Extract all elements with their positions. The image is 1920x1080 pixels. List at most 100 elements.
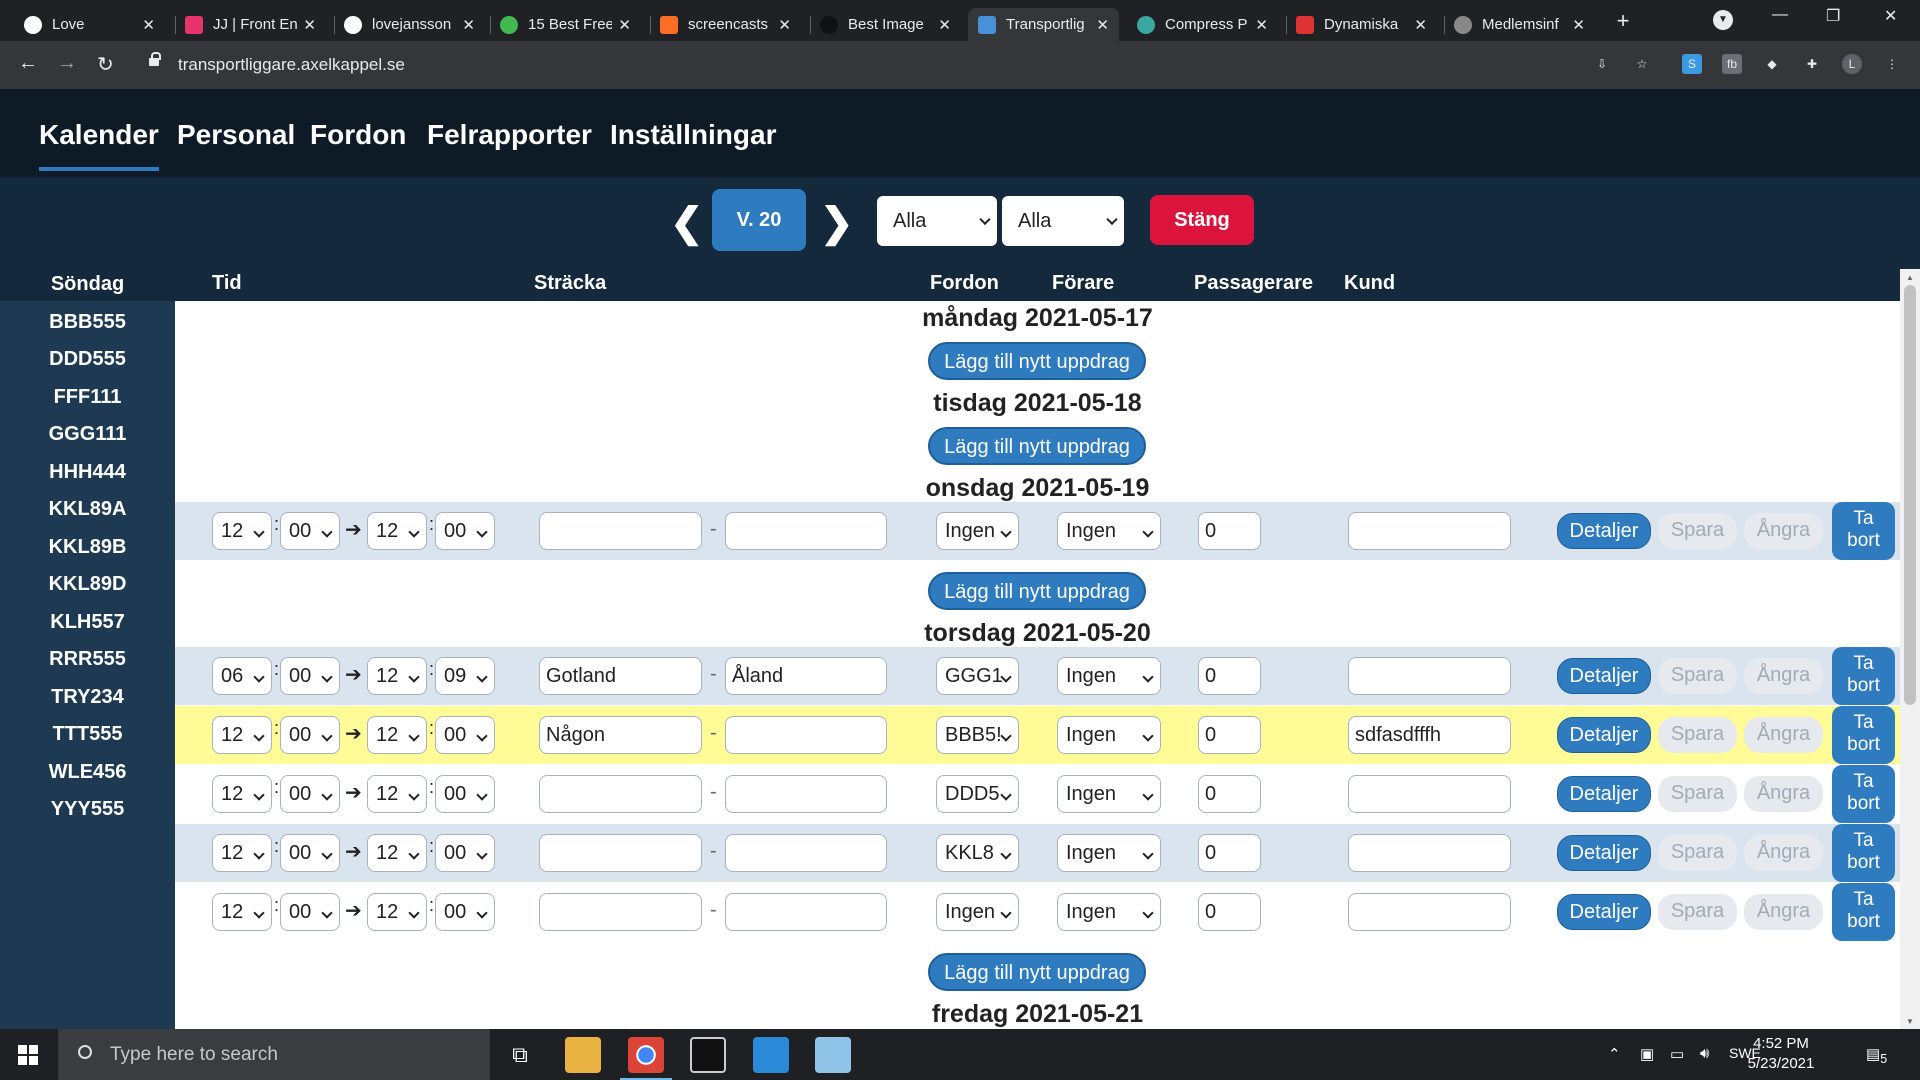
lock-icon[interactable] xyxy=(149,52,161,66)
browser-menu-icon[interactable]: ⋮ xyxy=(1882,54,1902,74)
end-hour-select[interactable]: 12 xyxy=(367,512,427,550)
vehicle-select[interactable]: DDD5 xyxy=(936,775,1019,813)
battery-icon[interactable]: ▭ xyxy=(1670,1045,1684,1063)
driver-select[interactable]: Ingen xyxy=(1057,512,1161,550)
back-icon[interactable]: ← xyxy=(18,52,38,75)
from-input[interactable] xyxy=(539,893,702,931)
to-input[interactable] xyxy=(725,512,887,550)
add-assignment-button[interactable]: Lägg till nytt uppdrag xyxy=(928,342,1146,380)
close-window-icon[interactable]: ✕ xyxy=(1884,6,1897,26)
browser-tab[interactable]: Love ✕ xyxy=(14,8,165,41)
sidebar-vehicle[interactable]: RRR555 xyxy=(0,648,175,671)
end-minute-select[interactable]: 00 xyxy=(435,716,495,754)
extension-fb-icon[interactable]: fb xyxy=(1722,54,1742,74)
page-scrollbar[interactable]: ▲ ▼ xyxy=(1900,269,1920,1029)
extension-s-icon[interactable]: S xyxy=(1682,54,1702,74)
end-minute-select[interactable]: 00 xyxy=(435,775,495,813)
details-button[interactable]: Detaljer xyxy=(1557,835,1651,871)
end-hour-select[interactable]: 12 xyxy=(367,834,427,872)
passenger-input[interactable]: 0 xyxy=(1198,657,1261,695)
browser-tab-active[interactable]: Transportlig ✕ xyxy=(968,8,1119,41)
add-assignment-button[interactable]: Lägg till nytt uppdrag xyxy=(928,953,1146,991)
next-week-icon[interactable]: ❯ xyxy=(820,200,854,246)
nav-fordon[interactable]: Fordon xyxy=(310,119,406,151)
start-hour-select[interactable]: 12 xyxy=(212,834,272,872)
close-tab-icon[interactable]: ✕ xyxy=(618,16,631,34)
sidebar-vehicle[interactable]: BBB555 xyxy=(0,311,175,334)
close-tab-icon[interactable]: ✕ xyxy=(938,16,951,34)
scroll-down-icon[interactable]: ▼ xyxy=(1906,1017,1914,1026)
driver-select[interactable]: Ingen xyxy=(1057,657,1161,695)
tab-search-icon[interactable]: ▼ xyxy=(1713,10,1733,30)
minimize-icon[interactable]: — xyxy=(1772,6,1788,24)
browser-tab[interactable]: Dynamiska ✕ xyxy=(1286,8,1437,41)
add-assignment-button[interactable]: Lägg till nytt uppdrag xyxy=(928,572,1146,610)
start-minute-select[interactable]: 00 xyxy=(280,775,340,813)
browser-tab[interactable]: screencasts ✕ xyxy=(650,8,801,41)
undo-button[interactable]: Ångra xyxy=(1744,894,1823,930)
filter-select-2[interactable]: Alla xyxy=(1002,196,1124,246)
browser-tab[interactable]: Medlemsinf ✕ xyxy=(1444,8,1595,41)
to-input[interactable] xyxy=(725,893,887,931)
details-button[interactable]: Detaljer xyxy=(1557,776,1651,812)
details-button[interactable]: Detaljer xyxy=(1557,513,1651,549)
nav-installningar[interactable]: Inställningar xyxy=(610,119,776,151)
extensions-puzzle-icon[interactable]: ✚ xyxy=(1802,54,1822,74)
close-button[interactable]: Stäng xyxy=(1150,195,1254,245)
sidebar-vehicle[interactable]: WLE456 xyxy=(0,761,175,784)
delete-button[interactable]: Ta bort xyxy=(1832,706,1895,764)
maximize-icon[interactable]: ❐ xyxy=(1826,6,1840,26)
passenger-input[interactable]: 0 xyxy=(1198,775,1261,813)
sidebar-vehicle[interactable]: GGG111 xyxy=(0,423,175,446)
start-minute-select[interactable]: 00 xyxy=(280,512,340,550)
passenger-input[interactable]: 0 xyxy=(1198,834,1261,872)
notification-icon[interactable]: ▤5 xyxy=(1866,1045,1887,1066)
passenger-input[interactable]: 0 xyxy=(1198,512,1261,550)
from-input[interactable] xyxy=(539,775,702,813)
nav-kalender[interactable]: Kalender xyxy=(39,119,159,171)
from-input[interactable]: Någon xyxy=(539,716,702,754)
save-button[interactable]: Spara xyxy=(1658,658,1737,694)
sidebar-vehicle[interactable]: HHH444 xyxy=(0,461,175,484)
new-tab-icon[interactable]: + xyxy=(1610,8,1636,34)
scroll-up-icon[interactable]: ▲ xyxy=(1906,273,1914,282)
undo-button[interactable]: Ångra xyxy=(1744,513,1823,549)
taskbar-search-input[interactable]: Type here to search xyxy=(58,1029,490,1080)
driver-select[interactable]: Ingen xyxy=(1057,716,1161,754)
profile-avatar-icon[interactable]: L xyxy=(1842,54,1862,74)
delete-button[interactable]: Ta bort xyxy=(1832,824,1895,882)
browser-tab[interactable]: Best Image ✕ xyxy=(810,8,961,41)
driver-select[interactable]: Ingen xyxy=(1057,893,1161,931)
from-input[interactable] xyxy=(539,512,702,550)
end-hour-select[interactable]: 12 xyxy=(367,657,427,695)
details-button[interactable]: Detaljer xyxy=(1557,894,1651,930)
save-button[interactable]: Spara xyxy=(1658,513,1737,549)
close-tab-icon[interactable]: ✕ xyxy=(778,16,791,34)
delete-button[interactable]: Ta bort xyxy=(1832,765,1895,823)
extension-tag-icon[interactable]: ◆ xyxy=(1762,54,1782,74)
passenger-input[interactable]: 0 xyxy=(1198,893,1261,931)
start-minute-select[interactable]: 00 xyxy=(280,716,340,754)
start-hour-select[interactable]: 12 xyxy=(212,893,272,931)
scroll-thumb[interactable] xyxy=(1904,285,1916,705)
passenger-input[interactable]: 0 xyxy=(1198,716,1261,754)
start-minute-select[interactable]: 00 xyxy=(280,834,340,872)
end-minute-select[interactable]: 00 xyxy=(435,512,495,550)
sidebar-vehicle[interactable]: FFF111 xyxy=(0,386,175,409)
vehicle-select[interactable]: KKL8 xyxy=(936,834,1019,872)
to-input[interactable]: Åland xyxy=(725,657,887,695)
windows-start-icon[interactable] xyxy=(18,1045,38,1065)
browser-tab[interactable]: JJ | Front En ✕ xyxy=(175,8,326,41)
terminal-icon[interactable] xyxy=(690,1037,726,1073)
end-hour-select[interactable]: 12 xyxy=(367,893,427,931)
sidebar-vehicle[interactable]: KLH557 xyxy=(0,611,175,634)
install-icon[interactable]: ⇩ xyxy=(1592,54,1612,74)
address-bar[interactable]: transportliggare.axelkappel.se xyxy=(140,47,1580,83)
sidebar-vehicle[interactable]: KKL89D xyxy=(0,573,175,596)
sidebar-vehicle[interactable]: TRY234 xyxy=(0,686,175,709)
start-minute-select[interactable]: 00 xyxy=(280,657,340,695)
sidebar-vehicle[interactable]: KKL89A xyxy=(0,498,175,521)
sidebar-vehicle[interactable]: YYY555 xyxy=(0,798,175,821)
close-tab-icon[interactable]: ✕ xyxy=(303,16,316,34)
customer-input[interactable] xyxy=(1348,893,1511,931)
